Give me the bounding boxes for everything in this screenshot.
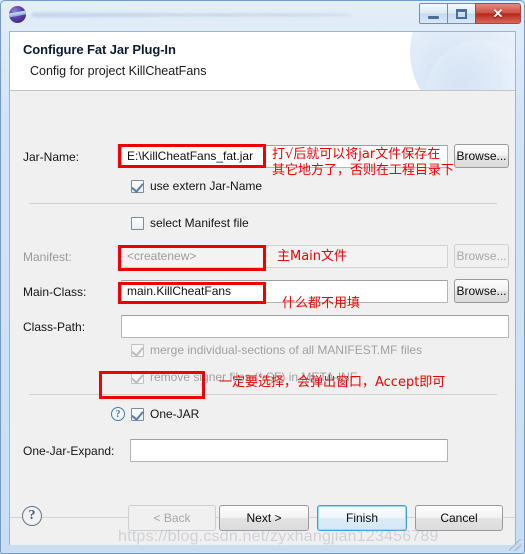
fat-jar-configure-window: ✕ Configure Fat Jar Plug-In Config for p… — [0, 0, 525, 554]
title-text-blurred — [32, 8, 352, 22]
close-icon: ✕ — [492, 6, 504, 21]
annotation-main-class: 主Main文件 — [277, 249, 348, 264]
select-manifest-file-checkbox[interactable]: select Manifest file — [131, 216, 249, 230]
minimize-icon — [428, 15, 439, 19]
class-path-label: Class-Path: — [23, 320, 86, 334]
use-extern-jar-name-label: use extern Jar-Name — [150, 179, 263, 193]
class-path-input[interactable] — [121, 315, 509, 338]
manifest-browse-button: Browse... — [454, 244, 509, 268]
watermark: https://blog.csdn.net/zyxhangjian1234567… — [118, 528, 439, 545]
check-icon — [131, 370, 144, 384]
one-jar-help-icon[interactable]: ? — [111, 407, 125, 421]
dialog-panel: Configure Fat Jar Plug-In Config for pro… — [9, 31, 516, 545]
dialog-header: Configure Fat Jar Plug-In Config for pro… — [10, 32, 515, 91]
select-manifest-file-label: select Manifest file — [150, 216, 249, 230]
eclipse-sphere-icon — [9, 6, 26, 23]
jar-name-browse-button[interactable]: Browse... — [454, 144, 509, 168]
one-jar-expand-label: One-Jar-Expand: — [23, 444, 115, 458]
use-extern-jar-name-checkbox[interactable]: use extern Jar-Name — [131, 179, 262, 193]
jar-name-label: Jar-Name: — [23, 150, 80, 164]
title-bar: ✕ — [0, 0, 525, 30]
maximize-button[interactable] — [447, 3, 476, 24]
checkbox-box — [131, 370, 144, 384]
maximize-icon — [456, 8, 467, 19]
check-icon — [131, 179, 144, 193]
section-divider-2 — [29, 394, 497, 395]
checkbox-box — [131, 179, 144, 193]
page-subtitle: Config for project KillCheatFans — [30, 64, 207, 78]
checkbox-box — [131, 407, 144, 421]
minimize-button[interactable] — [419, 3, 448, 24]
merge-sections-label: merge individual-sections of all MANIFES… — [150, 343, 423, 357]
one-jar-label: One-JAR — [150, 407, 200, 421]
annotation-jar-name-line2: 其它地方了，否则在工程目录下 — [272, 163, 455, 178]
close-button[interactable]: ✕ — [475, 3, 521, 24]
help-button[interactable]: ? — [22, 506, 42, 526]
checkbox-box — [131, 216, 144, 230]
main-class-browse-button[interactable]: Browse... — [454, 279, 509, 303]
checkbox-box — [131, 343, 144, 357]
one-jar-checkbox[interactable]: One-JAR — [131, 407, 199, 421]
one-jar-expand-input[interactable] — [130, 439, 448, 462]
annotation-class-path: 什么都不用填 — [282, 296, 361, 311]
manifest-label: Manifest: — [23, 250, 72, 264]
annotation-one-jar: 一定要选择，会弹出窗口，Accept即可 — [219, 375, 446, 390]
check-icon — [131, 343, 144, 357]
check-icon — [131, 407, 144, 421]
merge-sections-checkbox: merge individual-sections of all MANIFES… — [131, 343, 422, 357]
resize-grip[interactable] — [509, 539, 521, 551]
annotation-jar-name-line1: 打√后就可以将jar文件保存在 — [272, 147, 441, 162]
window-controls: ✕ — [419, 3, 521, 25]
page-title: Configure Fat Jar Plug-In — [23, 42, 176, 57]
section-divider-1 — [29, 203, 497, 204]
annotation-jar-name: 打√后就可以将jar文件保存在 其它地方了，否则在工程目录下 — [272, 147, 454, 179]
main-class-label: Main-Class: — [23, 285, 87, 299]
